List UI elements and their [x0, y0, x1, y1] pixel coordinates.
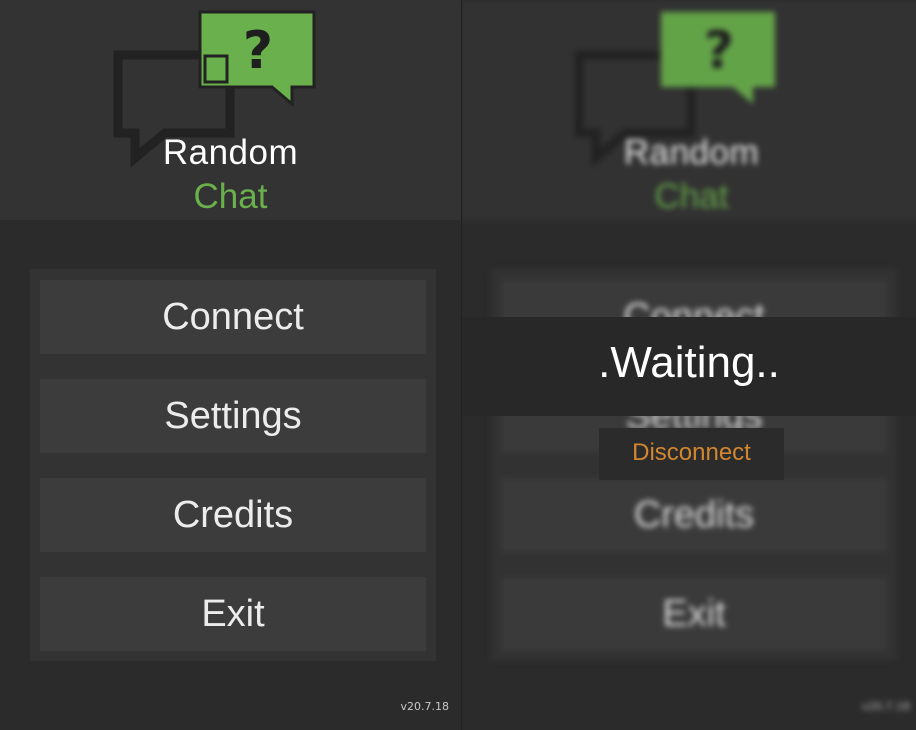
credits-button[interactable]: Credits: [40, 478, 426, 552]
waiting-status: .Waiting..: [598, 338, 780, 387]
version-label: v20.7.18: [400, 700, 450, 713]
settings-button[interactable]: Settings: [40, 379, 426, 453]
version-label-blurred: v20.7.18: [861, 700, 911, 713]
main-menu-screen: ? Random Chat Connect Settings Credits E…: [0, 0, 461, 730]
exit-button[interactable]: Exit: [40, 577, 426, 651]
svg-text:?: ?: [704, 21, 734, 81]
disconnect-button[interactable]: Disconnect: [599, 428, 784, 480]
app-header-blurred: ? Random Chat: [462, 0, 916, 220]
connect-button[interactable]: Connect: [40, 280, 426, 354]
app-subtitle-blurred: Chat: [654, 177, 729, 216]
exit-button-blurred: Exit: [501, 577, 887, 651]
credits-button-blurred: Credits: [501, 478, 887, 552]
app-title: Random: [162, 133, 299, 172]
app-header: ? Random Chat: [0, 0, 461, 220]
menu-container: Connect Settings Credits Exit: [30, 269, 436, 661]
app-subtitle: Chat: [193, 177, 268, 216]
app-title-blurred: Random: [623, 133, 760, 172]
svg-text:?: ?: [243, 21, 273, 81]
